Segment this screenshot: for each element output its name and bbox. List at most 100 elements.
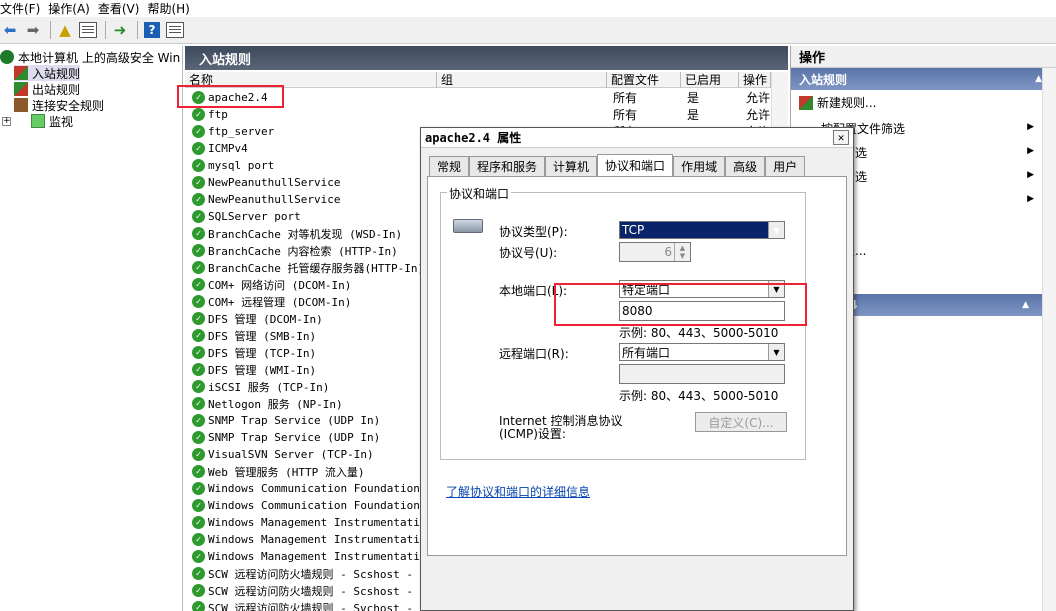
action-new-rule[interactable]: 新建规则... [799,94,876,111]
menu-file[interactable]: 文件(F) [0,0,48,17]
enabled-check-icon: ✓ [192,295,205,308]
column-action[interactable]: 操作 [739,72,771,88]
column-enabled[interactable]: 已启用 [681,72,739,88]
tab-advanced[interactable]: 高级 [725,156,766,176]
rule-enabled: 是 [687,108,700,122]
submenu-arrow-icon: ▶ [1027,122,1034,132]
enabled-check-icon: ✓ [192,210,205,223]
tab-users[interactable]: 用户 [765,156,806,176]
remote-port-example: 示例: 80、443、5000-5010 [619,389,779,403]
submenu-arrow-icon: ▶ [1027,146,1034,156]
local-port-select[interactable]: 特定端口 ▼ [619,280,785,298]
menu-action[interactable]: 操作(A) [48,0,98,17]
tree-root[interactable]: 本地计算机 上的高级安全 Win [0,49,180,65]
expand-icon[interactable]: + [2,116,11,126]
rule-name: Windows Communication Foundation N. [208,482,433,495]
menu-view[interactable]: 查看(V) [98,0,148,17]
enabled-check-icon: ✓ [192,108,205,121]
pane-title: 入站规则 [185,46,788,70]
rule-name: Windows Management Instrumentation. [208,533,433,546]
close-icon[interactable]: ✕ [833,130,849,145]
rule-name: NewPeanuthullService [208,176,341,189]
show-action-pane-icon[interactable] [165,20,185,40]
connection-security-icon [14,98,28,112]
chevron-down-icon: ▼ [768,344,784,360]
inbound-rules-icon [14,66,28,80]
spinner-icon: ▲ ▼ [674,243,690,261]
customize-button[interactable]: 自定义(C)... [695,412,787,432]
column-group[interactable]: 组 [437,72,607,88]
enabled-check-icon: ✓ [192,516,205,529]
tree-root-label: 本地计算机 上的高级安全 Win [18,50,181,65]
tab-protocols-ports[interactable]: 协议和端口 [597,154,674,176]
table-row[interactable]: ✓ ftp 所有 是 允许 [185,106,775,123]
forward-icon[interactable]: ➡ [23,20,43,40]
learn-more-link[interactable]: 了解协议和端口的详细信息 [446,483,590,500]
export-list-icon[interactable]: ➜ [110,20,130,40]
enabled-check-icon: ✓ [192,142,205,155]
rule-profile: 所有 [613,91,638,105]
collapse-icon[interactable]: ▲ [1022,300,1029,310]
protocol-type-value: TCP [622,223,645,237]
tree-item-outbound[interactable]: 出站规则 [14,81,80,97]
remote-port-select[interactable]: 所有端口 ▼ [619,343,785,361]
chevron-down-icon: ▼ [768,222,784,238]
help-icon[interactable]: ? [142,20,162,40]
rule-name: SNMP Trap Service (UDP In) [208,414,381,427]
local-port-input[interactable]: 8080 [619,301,785,321]
enabled-check-icon: ✓ [192,125,205,138]
column-headers: 名称 组 配置文件 已启用 操作 [185,72,788,88]
properties-dialog: apache2.4 属性 ✕ 常规 程序和服务 计算机 协议和端口 作用域 高级… [420,127,854,611]
menubar: 文件(F) 操作(A) 查看(V) 帮助(H) [0,0,1056,16]
tab-scope[interactable]: 作用域 [673,156,726,176]
tree-item-monitoring[interactable]: + 监视 [2,113,73,129]
enabled-check-icon: ✓ [192,346,205,359]
dialog-titlebar[interactable]: apache2.4 属性 ✕ [421,128,853,148]
rule-name: BranchCache 托管缓存服务器(HTTP-In) [208,261,425,275]
protocols-ports-group: 协议和端口 协议类型(P): TCP ▼ 协议号(U): 6 ▲ ▼ 本地端口(L… [440,185,806,460]
rule-name: BranchCache 对等机发现 (WSD-In) [208,227,403,241]
rule-name: Windows Management Instrumentation. [208,550,433,563]
up-folder-icon[interactable]: ▲ [55,20,75,40]
enabled-check-icon: ✓ [192,278,205,291]
submenu-arrow-icon: ▶ [1027,170,1034,180]
table-row[interactable]: ✓ apache2.4 所有 是 允许 [185,89,775,106]
local-port-value: 8080 [622,304,653,318]
rule-name: Windows Management Instrumentation. [208,516,433,529]
submenu-arrow-icon: ▶ [1027,194,1034,204]
tree-item-connection-security[interactable]: 连接安全规则 [14,97,104,113]
enabled-check-icon: ✓ [192,499,205,512]
back-icon[interactable]: ⬅ [0,20,20,40]
column-profile[interactable]: 配置文件 [607,72,681,88]
actions-section-inbound[interactable]: 入站规则 ▲ [791,68,1056,90]
tab-programs-services[interactable]: 程序和服务 [469,156,546,176]
tree-item-inbound[interactable]: 入站规则 [14,65,81,81]
rule-name: ftp [208,108,228,121]
enabled-check-icon: ✓ [192,312,205,325]
enabled-check-icon: ✓ [192,380,205,393]
enabled-check-icon: ✓ [192,431,205,444]
remote-port-input [619,364,785,384]
rule-name: Windows Communication Foundation N. [208,499,433,512]
toolbar-separator [137,21,138,39]
outbound-rules-icon [14,82,28,96]
enabled-check-icon: ✓ [192,584,205,597]
dialog-title: apache2.4 属性 [425,131,522,145]
tab-computers[interactable]: 计算机 [545,156,598,176]
actions-section-label: 入站规则 [799,72,848,87]
column-name[interactable]: 名称 [185,72,437,88]
rule-name: BranchCache 内容检索 (HTTP-In) [208,244,398,258]
enabled-check-icon: ✓ [192,465,205,478]
menu-help[interactable]: 帮助(H) [147,0,197,17]
tab-general[interactable]: 常规 [429,156,470,176]
show-hide-tree-icon[interactable] [78,20,98,40]
remote-port-label: 远程端口(R): [499,347,569,361]
icmp-label: Internet 控制消息协议(ICMP)设置: [499,414,623,441]
mmc-window: 文件(F) 操作(A) 查看(V) 帮助(H) ⬅ ➡ ▲ ➜ ? 本地计算机 … [0,0,1056,611]
firewall-icon [0,50,14,64]
collapse-icon[interactable]: ▲ [1035,74,1042,84]
protocol-type-select[interactable]: TCP ▼ [619,221,785,239]
enabled-check-icon: ✓ [192,329,205,342]
actions-scrollbar[interactable] [1042,68,1056,611]
local-port-example: 示例: 80、443、5000-5010 [619,326,779,340]
